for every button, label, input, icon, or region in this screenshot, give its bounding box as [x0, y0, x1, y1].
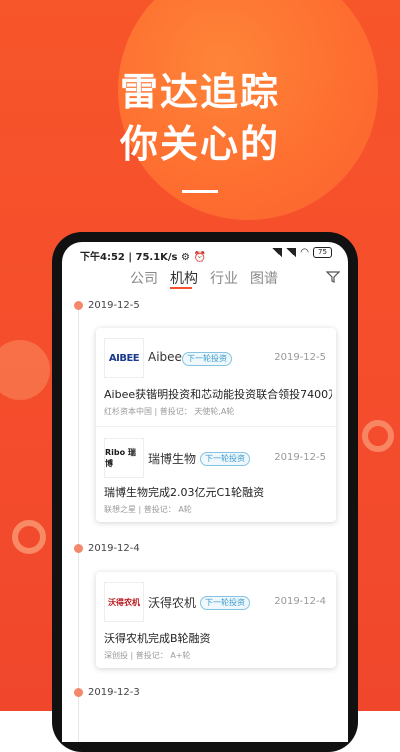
phone-screen: 下午4:52 | 75.1K/s ⚙ ⏰ ◠ 75 公司 机构 行业 图谱 20…	[62, 242, 348, 742]
phone-side-button	[353, 444, 358, 500]
timeline-date: 2019-12-3	[88, 687, 140, 698]
news-meta: 红杉资本中国 | 普投记： 天使轮,A轮	[104, 407, 235, 416]
timeline-dot	[74, 688, 83, 697]
status-bar: 下午4:52 | 75.1K/s ⚙ ⏰ ◠ 75	[62, 242, 348, 264]
list-item[interactable]: AIBEE Aibee 下一轮投资 2019-12-5 Aibee获锴明投资和芯…	[96, 328, 336, 424]
wifi-icon: ◠	[300, 247, 309, 258]
timeline-card[interactable]: AIBEE Aibee 下一轮投资 2019-12-5 Aibee获锴明投资和芯…	[96, 328, 336, 522]
entry-date: 2019-12-5	[274, 352, 326, 363]
headline-divider	[182, 190, 218, 193]
decorative-ring	[12, 520, 46, 554]
org-name: 沃得农机	[148, 596, 197, 610]
org-logo: AIBEE	[104, 338, 144, 378]
filter-icon[interactable]	[326, 270, 340, 284]
news-title[interactable]: 沃得农机完成B轮融资	[104, 630, 332, 646]
org-name: Aibee	[148, 350, 182, 364]
timeline-date: 2019-12-4	[88, 543, 140, 554]
org-name: 瑞博生物	[148, 452, 197, 466]
tab-institution[interactable]: 机构	[170, 268, 198, 288]
next-round-tag: 下一轮投资	[200, 596, 250, 610]
status-icons: ◠ 75	[272, 247, 332, 258]
org-logo: Ribo 瑞博	[104, 438, 144, 478]
active-tab-indicator	[170, 287, 192, 289]
news-meta: 联想之星 | 普投记： A轮	[104, 505, 192, 514]
headline-line-1: 雷达追踪	[119, 70, 280, 114]
headline-line-2: 你关心的	[119, 122, 280, 166]
tab-industry[interactable]: 行业	[210, 268, 238, 288]
news-title[interactable]: Aibee获锴明投资和芯动能投资联合领投7400万...	[104, 386, 332, 402]
news-title[interactable]: 瑞博生物完成2.03亿元C1轮融资	[104, 484, 332, 500]
category-tabs: 公司 机构 行业 图谱	[62, 266, 348, 294]
next-round-tag: 下一轮投资	[200, 452, 250, 466]
card-divider	[96, 426, 336, 427]
timeline-dot	[74, 301, 83, 310]
next-round-tag: 下一轮投资	[182, 352, 232, 366]
signal-icon	[286, 248, 297, 257]
entry-date: 2019-12-5	[274, 452, 326, 463]
timeline-date: 2019-12-5	[88, 300, 140, 311]
signal-icon	[272, 248, 283, 257]
decorative-circle-small	[0, 340, 50, 400]
timeline-dot	[74, 544, 83, 553]
battery-icon: 75	[313, 247, 332, 258]
entry-date: 2019-12-4	[274, 596, 326, 607]
timeline-card[interactable]: 沃得农机 沃得农机 下一轮投资 2019-12-4 沃得农机完成B轮融资 深创投…	[96, 572, 336, 668]
timeline-line	[78, 302, 79, 742]
org-logo: 沃得农机	[104, 582, 144, 622]
news-meta: 深创投 | 普投记： A+轮	[104, 651, 191, 660]
status-time: 下午4:52 | 75.1K/s ⚙ ⏰	[80, 252, 206, 263]
tab-graph[interactable]: 图谱	[250, 268, 278, 288]
list-item[interactable]: Ribo 瑞博 瑞博生物 下一轮投资 2019-12-5 瑞博生物完成2.03亿…	[96, 428, 336, 522]
list-item[interactable]: 沃得农机 沃得农机 下一轮投资 2019-12-4 沃得农机完成B轮融资 深创投…	[96, 572, 336, 668]
tab-company[interactable]: 公司	[130, 268, 158, 288]
decorative-ring	[362, 420, 394, 452]
